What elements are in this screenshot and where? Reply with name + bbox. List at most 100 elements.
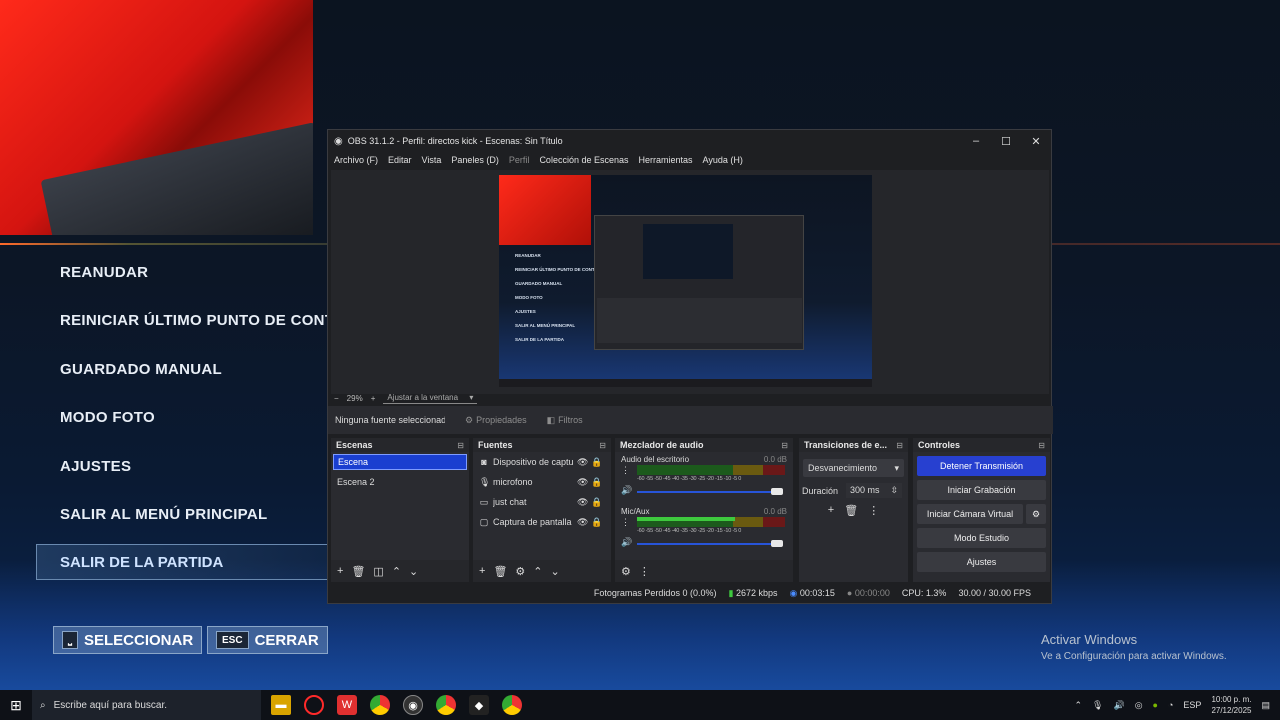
zoom-out-icon[interactable]: − <box>334 394 339 403</box>
kebab-icon[interactable]: ⋮ <box>621 465 630 476</box>
obs-titlebar[interactable]: ◉ OBS 31.1.2 - Perfil: directos kick - E… <box>328 130 1051 152</box>
menu-view[interactable]: Vista <box>422 155 442 165</box>
chrome-icon[interactable] <box>436 695 456 715</box>
spinner-icon[interactable]: ⇳ <box>890 485 898 496</box>
volume-knob[interactable] <box>771 488 783 495</box>
start-recording-button[interactable]: Iniciar Grabación <box>917 480 1046 500</box>
zoom-in-icon[interactable]: + <box>371 394 376 403</box>
clock[interactable]: 10:00 p. m. 27/12/2025 <box>1211 694 1251 716</box>
add-icon[interactable]: + <box>479 565 485 577</box>
close-button[interactable]: ESC CERRAR <box>207 626 328 654</box>
windows-start-icon[interactable]: ⊞ <box>0 690 32 720</box>
language-indicator[interactable]: ESP <box>1183 700 1201 710</box>
gear-icon[interactable]: ⚙ <box>1026 504 1046 524</box>
activate-windows-watermark: Activar Windows Ve a Configuración para … <box>1041 632 1227 662</box>
stop-streaming-button[interactable]: Detener Transmisión <box>917 456 1046 476</box>
menu-docks[interactable]: Paneles (D) <box>451 155 499 165</box>
dock-menu-icon[interactable]: ⊟ <box>599 441 606 450</box>
maximize-icon[interactable]: ☐ <box>991 130 1021 152</box>
gear-icon[interactable]: ⚙ <box>515 565 525 578</box>
menu-tools[interactable]: Herramientas <box>639 155 693 165</box>
taskbar-search[interactable]: ⌕ Escribe aquí para buscar. <box>32 690 261 720</box>
chevron-down-icon[interactable]: ⌄ <box>551 565 560 578</box>
close-icon[interactable]: ✕ <box>1021 130 1051 152</box>
fit-dropdown[interactable]: Ajustar a la ventana ▾ <box>383 392 478 404</box>
opera-icon[interactable] <box>304 695 324 715</box>
lock-icon[interactable]: 🔒 <box>591 497 602 508</box>
eye-icon[interactable]: 👁 <box>577 477 588 488</box>
dock-menu-icon[interactable]: ⊟ <box>781 441 788 450</box>
meter-scale: -60 -55 -50 -45 -40 -35 -30 -25 -20 -15 … <box>637 476 742 482</box>
menu-profile[interactable]: Perfil <box>509 155 530 165</box>
kebab-icon[interactable]: ⋮ <box>868 504 879 517</box>
source-item[interactable]: 🎙 microfono 👁 🔒 <box>473 472 611 492</box>
volume-slider[interactable] <box>637 540 783 547</box>
source-item[interactable]: ▢ Captura de pantalla 👁 🔒 <box>473 512 611 532</box>
eye-icon[interactable]: 👁 <box>577 517 588 528</box>
mic-icon[interactable]: 🎙 <box>1092 700 1103 711</box>
chevron-up-icon[interactable]: ⌃ <box>533 565 542 578</box>
lock-icon[interactable]: 🔒 <box>591 517 602 528</box>
menu-item-main-menu[interactable]: SALIR AL MENÚ PRINCIPAL <box>60 506 267 523</box>
file-explorer-icon[interactable]: ▬ <box>271 695 291 715</box>
add-icon[interactable]: + <box>337 565 343 577</box>
notifications-icon[interactable]: ▤ <box>1261 700 1270 711</box>
menu-item-restart-checkpoint[interactable]: REINICIAR ÚLTIMO PUNTO DE CONTR <box>60 312 328 329</box>
obs-taskbar-icon[interactable]: ◉ <box>403 695 423 715</box>
kebab-icon[interactable]: ⋮ <box>621 517 630 528</box>
settings-button[interactable]: Ajustes <box>917 552 1046 572</box>
menu-help[interactable]: Ayuda (H) <box>703 155 743 165</box>
filter-icon[interactable]: ◫ <box>373 565 383 578</box>
wps-icon[interactable]: W <box>337 695 357 715</box>
chevron-up-icon[interactable]: ⌃ <box>392 565 401 578</box>
chrome-icon[interactable] <box>370 695 390 715</box>
volume-slider[interactable] <box>637 488 783 495</box>
start-virtual-camera-button[interactable]: Iniciar Cámara Virtual <box>917 504 1023 524</box>
menu-item-resume[interactable]: REANUDAR <box>60 264 148 281</box>
preview-area[interactable]: REANUDAR REINICIAR ÚLTIMO PUNTO DE CONTR… <box>331 170 1049 394</box>
menu-item-manual-save[interactable]: GUARDADO MANUAL <box>60 361 222 378</box>
menu-edit[interactable]: Editar <box>388 155 412 165</box>
epic-games-icon[interactable]: ◆ <box>469 695 489 715</box>
trash-icon[interactable]: 🗑 <box>351 565 365 578</box>
menu-item-settings[interactable]: AJUSTES <box>60 458 131 475</box>
menu-item-quit[interactable]: SALIR DE LA PARTIDA <box>60 554 223 571</box>
chrome-icon[interactable] <box>502 695 522 715</box>
eye-icon[interactable]: 👁 <box>577 497 588 508</box>
duration-input[interactable]: 300 ms ⇳ <box>846 483 903 498</box>
filters-button[interactable]: ◧ Filtros <box>547 415 583 426</box>
lock-icon[interactable]: 🔒 <box>591 457 602 468</box>
add-icon[interactable]: + <box>828 504 834 517</box>
menu-file[interactable]: Archivo (F) <box>334 155 378 165</box>
speaker-icon[interactable]: 🔊 <box>621 485 632 496</box>
scene-item[interactable]: Escena 2 <box>333 474 467 490</box>
minimize-icon[interactable]: – <box>961 130 991 152</box>
headset-icon[interactable]: ◎ <box>1135 700 1143 711</box>
trash-icon[interactable]: 🗑 <box>844 504 858 517</box>
dock-menu-icon[interactable]: ⊟ <box>1038 441 1045 450</box>
eye-icon[interactable]: 👁 <box>577 457 588 468</box>
menu-item-photo-mode[interactable]: MODO FOTO <box>60 409 155 426</box>
lock-icon[interactable]: 🔒 <box>591 477 602 488</box>
kebab-icon[interactable]: ⋮ <box>639 565 650 578</box>
speaker-icon[interactable]: 🔊 <box>621 537 632 548</box>
source-item[interactable]: ◙ Dispositivo de captura 👁 🔒 <box>473 452 611 472</box>
volume-knob[interactable] <box>771 540 783 547</box>
select-button[interactable]: ⎵ SELECCIONAR <box>53 626 203 654</box>
properties-button[interactable]: ⚙ Propiedades <box>465 415 527 426</box>
studio-mode-button[interactable]: Modo Estudio <box>917 528 1046 548</box>
trash-icon[interactable]: 🗑 <box>493 565 507 578</box>
scene-item[interactable]: Escena <box>333 454 467 470</box>
volume-icon[interactable]: 🔊 <box>1113 700 1124 711</box>
source-item[interactable]: ▭ just chat 👁 🔒 <box>473 492 611 512</box>
dock-menu-icon[interactable]: ⊟ <box>896 441 903 450</box>
dock-menu-icon[interactable]: ⊟ <box>457 441 464 450</box>
chevron-down-icon[interactable]: ⌄ <box>409 565 418 578</box>
nvidia-icon[interactable]: ● <box>1153 700 1158 710</box>
advanced-audio-icon[interactable]: ⚙ <box>621 565 631 578</box>
chevron-up-icon[interactable]: ⌃ <box>1074 700 1082 711</box>
transition-select[interactable]: Desvanecimiento ▾ <box>803 459 904 477</box>
preview-canvas[interactable]: REANUDAR REINICIAR ÚLTIMO PUNTO DE CONTR… <box>499 175 872 387</box>
menu-scene-collection[interactable]: Colección de Escenas <box>539 155 628 165</box>
wifi-icon[interactable]: ◔ <box>1168 700 1173 710</box>
